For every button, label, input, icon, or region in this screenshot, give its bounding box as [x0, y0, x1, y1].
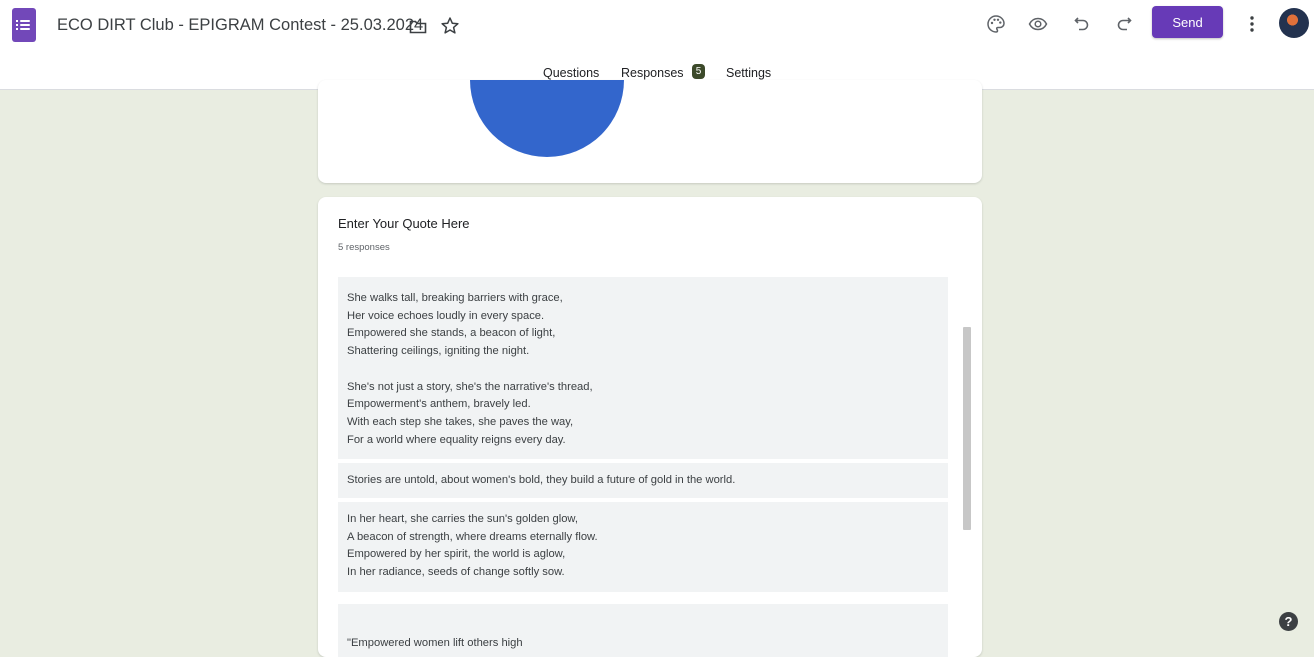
pie-chart	[470, 80, 624, 157]
response-item: She walks tall, breaking barriers with g…	[338, 277, 948, 460]
send-button[interactable]: Send	[1152, 6, 1223, 38]
preview-eye-icon[interactable]	[1024, 10, 1052, 38]
more-vert-icon[interactable]	[1240, 10, 1264, 38]
palette-icon[interactable]	[982, 10, 1010, 38]
summary-chart-card	[318, 80, 982, 183]
redo-icon[interactable]	[1110, 10, 1138, 38]
forms-logo-icon[interactable]	[12, 8, 36, 42]
response-item: "Empowered women lift others high	[338, 603, 948, 657]
help-icon[interactable]: ?	[1279, 612, 1298, 631]
response-item: In her heart, she carries the sun's gold…	[338, 502, 948, 592]
tab-settings[interactable]: Settings	[726, 66, 771, 80]
top-app-bar: ECO DIRT Club - EPIGRAM Contest - 25.03.…	[0, 0, 1314, 90]
pie-slice	[470, 80, 624, 157]
responses-count-badge: 5	[692, 64, 705, 79]
responses-list[interactable]: She walks tall, breaking barriers with g…	[338, 277, 948, 657]
avatar[interactable]	[1279, 8, 1309, 38]
undo-icon[interactable]	[1068, 10, 1096, 38]
form-title[interactable]: ECO DIRT Club - EPIGRAM Contest - 25.03.…	[57, 16, 423, 35]
folder-icon[interactable]	[407, 16, 429, 38]
response-count: 5 responses	[338, 242, 390, 253]
scrollbar-thumb[interactable]	[963, 327, 971, 530]
question-title: Enter Your Quote Here	[338, 216, 470, 231]
tab-responses[interactable]: Responses	[621, 66, 684, 80]
tab-questions[interactable]: Questions	[543, 66, 599, 80]
star-icon[interactable]	[438, 14, 462, 38]
response-item: Stories are untold, about women's bold, …	[338, 463, 948, 499]
question-responses-card: Enter Your Quote Here 5 responses She wa…	[318, 197, 982, 657]
